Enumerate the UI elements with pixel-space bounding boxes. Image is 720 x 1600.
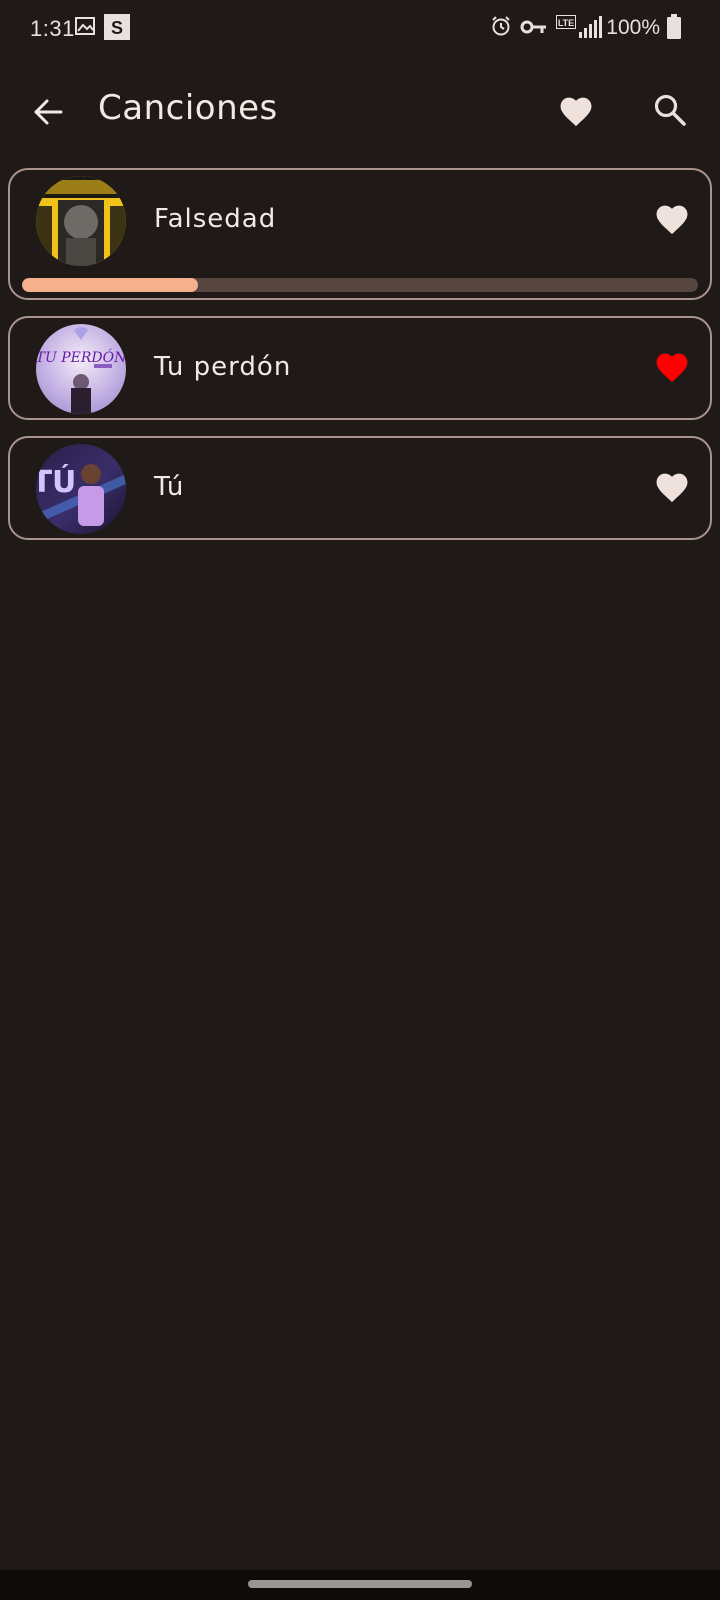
svg-text:TÚ: TÚ <box>36 463 76 500</box>
signal-icon <box>578 16 602 42</box>
song-list: Falsedad TU PERDÓN Tu perdón TÚ Tú <box>8 168 712 556</box>
battery-icon <box>666 14 682 44</box>
arrow-back-icon <box>32 96 64 132</box>
vpn-key-icon <box>520 18 548 40</box>
heart-icon <box>557 93 595 131</box>
page-title: Canciones <box>98 88 278 128</box>
navigation-bar <box>0 1570 720 1600</box>
song-card[interactable]: Falsedad <box>8 168 712 300</box>
svg-text:S: S <box>111 18 123 38</box>
playback-progress-bar[interactable] <box>22 278 698 292</box>
search-icon <box>653 93 687 131</box>
heart-icon <box>653 201 691 239</box>
status-bar: 1:31 S LTE 100% <box>0 0 720 56</box>
song-title: Falsedad <box>154 204 277 234</box>
cover-tu-perdon: TU PERDÓN <box>36 324 126 414</box>
lte-icon: LTE <box>556 14 576 33</box>
cover-falsedad <box>36 176 126 266</box>
back-button[interactable] <box>24 90 72 138</box>
favorite-toggle[interactable] <box>650 198 694 242</box>
search-button[interactable] <box>646 88 694 136</box>
favorite-toggle[interactable] <box>650 466 694 510</box>
alarm-icon <box>490 15 512 41</box>
heart-filled-icon <box>653 349 691 387</box>
top-app-bar: Canciones <box>0 70 720 154</box>
status-time: 1:31 <box>30 16 75 41</box>
heart-icon <box>653 469 691 507</box>
song-title: Tú <box>154 472 185 502</box>
image-icon <box>74 15 96 41</box>
cover-tu: TÚ <box>36 444 126 534</box>
home-gesture-handle[interactable] <box>248 1580 472 1588</box>
s-app-icon: S <box>104 14 130 44</box>
favorites-button[interactable] <box>552 88 600 136</box>
playback-progress-fill <box>22 278 198 292</box>
song-card[interactable]: TÚ Tú <box>8 436 712 540</box>
battery-percent: 100% <box>606 16 660 39</box>
svg-text:LTE: LTE <box>558 18 574 28</box>
favorite-toggle[interactable] <box>650 346 694 390</box>
svg-text:TU PERDÓN: TU PERDÓN <box>36 348 126 366</box>
song-title: Tu perdón <box>154 352 292 382</box>
song-card[interactable]: TU PERDÓN Tu perdón <box>8 316 712 420</box>
